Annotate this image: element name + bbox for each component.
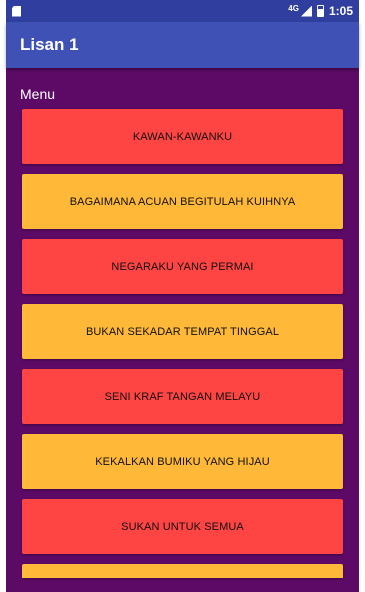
- menu-button-seni-kraf[interactable]: SENI KRAF TANGAN MELAYU: [22, 369, 343, 424]
- menu-button-bagaimana-acuan[interactable]: BAGAIMANA ACUAN BEGITULAH KUIHNYA: [22, 174, 343, 229]
- main-content: Menu KAWAN-KAWANKU BAGAIMANA ACUAN BEGIT…: [6, 68, 359, 592]
- battery-icon: [316, 5, 324, 17]
- menu-button-bukan-sekadar[interactable]: BUKAN SEKADAR TEMPAT TINGGAL: [22, 304, 343, 359]
- menu-heading: Menu: [20, 86, 56, 102]
- menu-button-negaraku[interactable]: NEGARAKU YANG PERMAI: [22, 239, 343, 294]
- app-title: Lisan 1: [20, 35, 79, 54]
- status-right: 4G 1:05: [288, 3, 353, 19]
- network-type-label: 4G: [288, 3, 299, 13]
- signal-icon: [300, 5, 312, 17]
- menu-button-label: BUKAN SEKADAR TEMPAT TINGGAL: [85, 325, 280, 338]
- menu-button-label: NEGARAKU YANG PERMAI: [111, 260, 254, 273]
- status-bar: 4G 1:05: [6, 0, 359, 22]
- phone-screen: 4G 1:05 Lisan 1 Menu KAWAN-KAWANKU BAGAI…: [0, 0, 365, 592]
- menu-button-kekalkan-bumiku[interactable]: KEKALKAN BUMIKU YANG HIJAU: [22, 434, 343, 489]
- menu-list: KAWAN-KAWANKU BAGAIMANA ACUAN BEGITULAH …: [22, 109, 343, 578]
- clock: 1:05: [328, 4, 353, 18]
- menu-button-kawan-kawanku[interactable]: KAWAN-KAWANKU: [22, 109, 343, 164]
- menu-button-label: SUKAN UNTUK SEMUA: [121, 520, 244, 533]
- sd-card-icon: [12, 5, 21, 17]
- menu-button-partial[interactable]: [22, 564, 343, 578]
- menu-button-sukan-untuk-semua[interactable]: SUKAN UNTUK SEMUA: [22, 499, 343, 554]
- menu-button-label: SENI KRAF TANGAN MELAYU: [104, 390, 261, 403]
- menu-button-label: BAGAIMANA ACUAN BEGITULAH KUIHNYA: [69, 195, 296, 208]
- menu-button-label: KEKALKAN BUMIKU YANG HIJAU: [95, 455, 270, 468]
- status-left: [12, 5, 21, 17]
- app-bar: Lisan 1: [6, 22, 359, 68]
- menu-button-label: KAWAN-KAWANKU: [132, 130, 233, 143]
